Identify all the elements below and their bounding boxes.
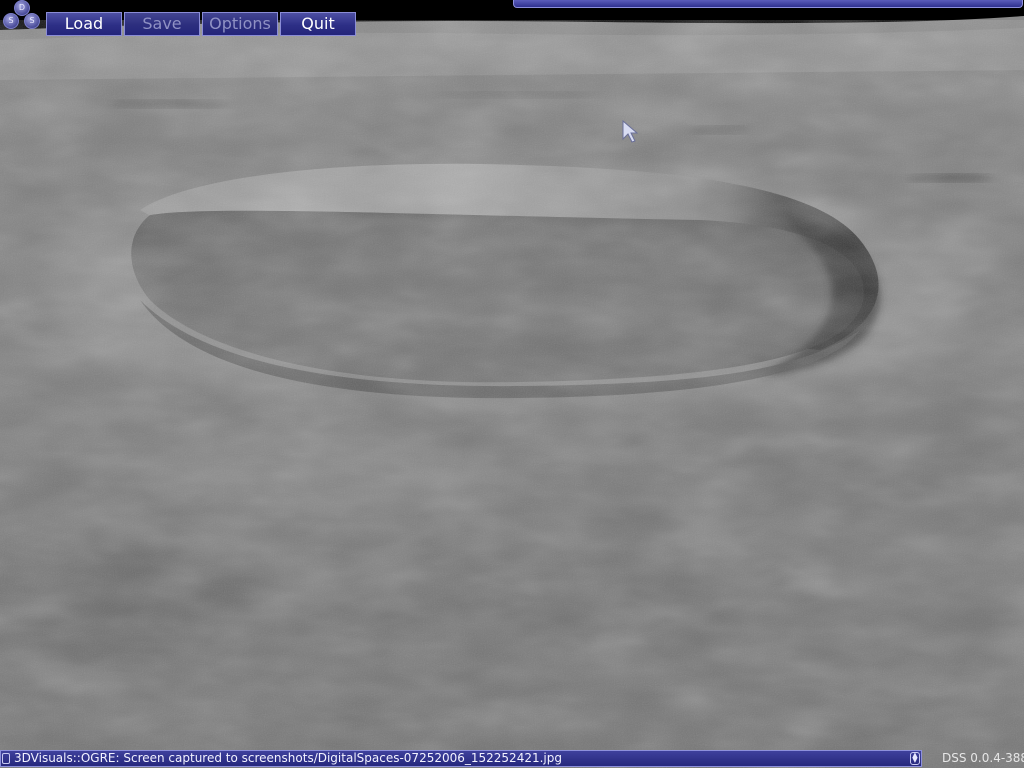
quit-button[interactable]: Quit: [280, 12, 356, 36]
options-button[interactable]: Options: [202, 12, 278, 36]
lunar-crater-scene: [0, 0, 1024, 768]
logo-hex-right: S: [24, 13, 40, 29]
app-logo: D S S: [0, 0, 44, 34]
load-button[interactable]: Load: [46, 12, 122, 36]
version-label: DSS 0.0.4-388: [942, 751, 1024, 765]
scroll-arrows-icon[interactable]: ▲ ▼: [910, 752, 920, 765]
top-status-bar[interactable]: [513, 0, 1023, 8]
console-message: 3DVisuals::OGRE: Screen captured to scre…: [14, 751, 562, 765]
console-handle-icon[interactable]: [2, 753, 10, 764]
logo-hex-left: S: [3, 13, 19, 29]
save-button[interactable]: Save: [124, 12, 200, 36]
3d-viewport[interactable]: D S S Load Save Options Quit 3DVisuals::…: [0, 0, 1024, 768]
main-menu: Load Save Options Quit: [46, 12, 356, 36]
console-bar[interactable]: 3DVisuals::OGRE: Screen captured to scre…: [0, 750, 922, 767]
mouse-pointer-icon: [622, 120, 638, 143]
